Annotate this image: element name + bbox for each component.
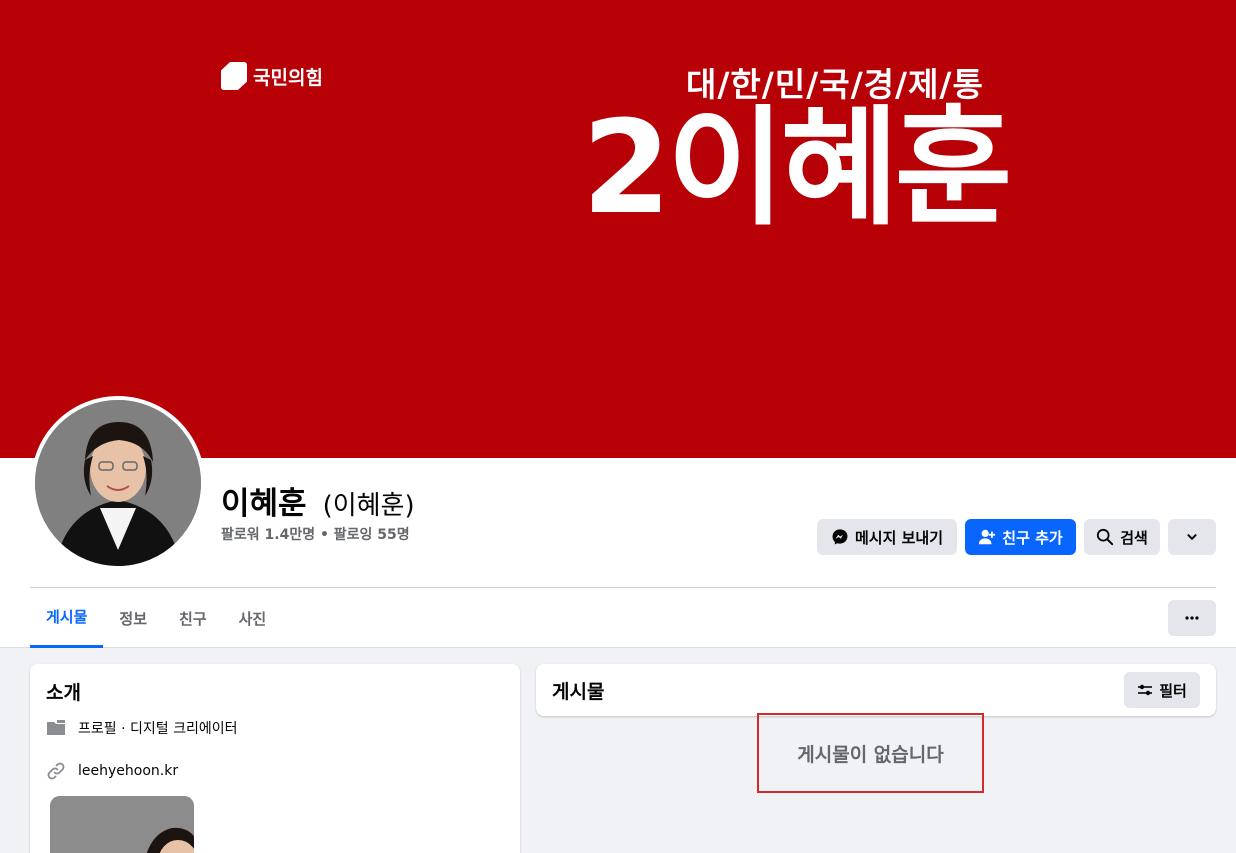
- party-logo: 국민의힘: [221, 62, 323, 90]
- profile-avatar[interactable]: [31, 396, 205, 570]
- tabs-more-button[interactable]: [1168, 600, 1216, 636]
- posts-card: 게시물 필터: [536, 664, 1216, 716]
- party-logo-text: 국민의힘: [253, 66, 323, 89]
- profile-name-row: 이혜훈 (이혜훈): [221, 478, 415, 523]
- intro-featured-photo[interactable]: [50, 796, 194, 853]
- messenger-icon: [832, 529, 848, 545]
- follow-info[interactable]: 팔로워 1.4만명 • 팔로잉 55명: [221, 524, 410, 544]
- cover-photo[interactable]: 국민의힘 대/한/민/국/경/제/통 2이혜훈: [0, 0, 1236, 458]
- profile-tabs: 게시물 정보 친구 사진: [30, 588, 282, 648]
- search-icon: [1097, 528, 1114, 546]
- tab-about[interactable]: 정보: [103, 588, 163, 648]
- posts-title: 게시물: [552, 681, 605, 703]
- empty-posts-highlight: 게시물이 없습니다: [757, 713, 984, 793]
- add-friend-button-label: 친구 추가: [1002, 528, 1063, 547]
- empty-posts-message: 게시물이 없습니다: [797, 743, 944, 766]
- avatar-image: [35, 400, 201, 566]
- more-options-button[interactable]: [1168, 519, 1216, 555]
- intro-website-link[interactable]: leehyehoon.kr: [78, 763, 178, 779]
- intro-category: 프로필 · 디지털 크리에이터: [46, 718, 237, 738]
- message-button-label: 메시지 보내기: [854, 528, 944, 547]
- intro-title: 소개: [46, 682, 81, 704]
- profile-name: 이혜훈: [221, 486, 307, 522]
- add-friend-button[interactable]: 친구 추가: [965, 519, 1076, 555]
- party-logo-icon: [221, 62, 247, 90]
- filter-button-label: 필터: [1159, 681, 1187, 700]
- chevron-down-icon: [1187, 534, 1197, 540]
- link-icon: [47, 762, 65, 780]
- tab-photos[interactable]: 사진: [223, 588, 283, 648]
- intro-card: 소개 프로필 · 디지털 크리에이터 leehyehoon.kr: [30, 664, 520, 853]
- profile-category-icon: [47, 720, 65, 735]
- search-button[interactable]: 검색: [1084, 519, 1160, 555]
- cover-headline: 2이혜훈: [582, 94, 1012, 243]
- tab-friends[interactable]: 친구: [163, 588, 223, 648]
- profile-alternate-name: (이혜훈): [322, 491, 415, 521]
- ellipsis-icon: [1185, 616, 1199, 620]
- tab-posts[interactable]: 게시물: [30, 588, 104, 648]
- message-button[interactable]: 메시지 보내기: [817, 519, 957, 555]
- featured-photo-image: [50, 796, 194, 853]
- add-friend-icon: [979, 529, 996, 545]
- intro-category-text: 프로필 · 디지털 크리에이터: [78, 721, 238, 737]
- filter-button[interactable]: 필터: [1124, 672, 1200, 708]
- filter-icon: [1138, 684, 1153, 696]
- intro-website[interactable]: leehyehoon.kr: [46, 761, 178, 781]
- search-button-label: 검색: [1120, 528, 1148, 547]
